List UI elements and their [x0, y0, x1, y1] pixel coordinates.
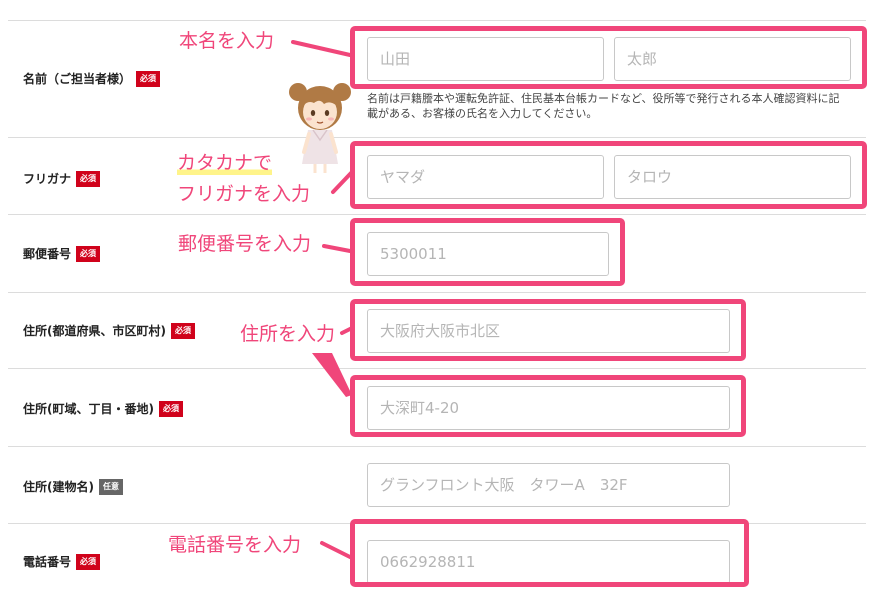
row-divider — [8, 368, 866, 369]
address-prefecture-input[interactable] — [367, 309, 730, 353]
postal-code-input[interactable] — [367, 232, 609, 276]
address-prefecture-label-text: 住所(都道府県、市区町村) — [23, 324, 166, 338]
required-badge: 必須 — [136, 70, 161, 87]
row-divider — [8, 20, 866, 21]
required-badge: 必須 — [76, 170, 101, 187]
name-annotation: 本名を入力 — [179, 30, 275, 52]
required-badge: 必須 — [158, 400, 183, 417]
name-label-text: 名前（ご担当者様） — [23, 72, 132, 86]
postal-label: 郵便番号 必須 — [23, 245, 101, 262]
furigana-annotation-line2: フリガナを入力 — [177, 183, 311, 205]
postal-annotation: 郵便番号を入力 — [178, 233, 312, 255]
row-divider — [8, 446, 866, 447]
address-prefecture-label: 住所(都道府県、市区町村) 必須 — [23, 322, 195, 339]
required-badge: 必須 — [76, 553, 101, 570]
optional-badge: 任意 — [98, 478, 123, 495]
furigana-label-text: フリガナ — [23, 172, 72, 186]
furigana-label: フリガナ 必須 — [23, 170, 101, 187]
address-street-label-text: 住所(町域、丁目・番地) — [23, 402, 154, 416]
name-label: 名前（ご担当者様） 必須 — [23, 70, 161, 87]
required-badge: 必須 — [76, 245, 101, 262]
postal-label-text: 郵便番号 — [23, 247, 72, 261]
row-divider — [8, 214, 866, 215]
row-divider — [8, 292, 866, 293]
furigana-annotation-line1: カタカナで — [177, 151, 273, 175]
address-street-input[interactable] — [367, 386, 730, 430]
furigana-last-input[interactable] — [367, 155, 604, 199]
address-building-label-text: 住所(建物名) — [23, 480, 94, 494]
phone-label-text: 電話番号 — [23, 555, 72, 569]
address-building-label: 住所(建物名) 任意 — [23, 478, 123, 495]
name-help-text: 名前は戸籍謄本や運転免許証、住民基本台帳カードなど、役所等で発行される本人確認資… — [367, 92, 840, 120]
required-badge: 必須 — [170, 322, 195, 339]
mascot-girl-illustration — [289, 83, 351, 173]
phone-input[interactable] — [367, 540, 730, 584]
furigana-first-input[interactable] — [614, 155, 851, 199]
phone-label: 電話番号 必須 — [23, 553, 101, 570]
phone-annotation: 電話番号を入力 — [168, 534, 302, 556]
address-street-label: 住所(町域、丁目・番地) 必須 — [23, 400, 183, 417]
last-name-input[interactable] — [367, 37, 604, 81]
first-name-input[interactable] — [614, 37, 851, 81]
address-building-input[interactable] — [367, 463, 730, 507]
address-annotation: 住所を入力 — [240, 323, 336, 345]
row-divider — [8, 523, 866, 524]
row-divider — [8, 137, 866, 138]
